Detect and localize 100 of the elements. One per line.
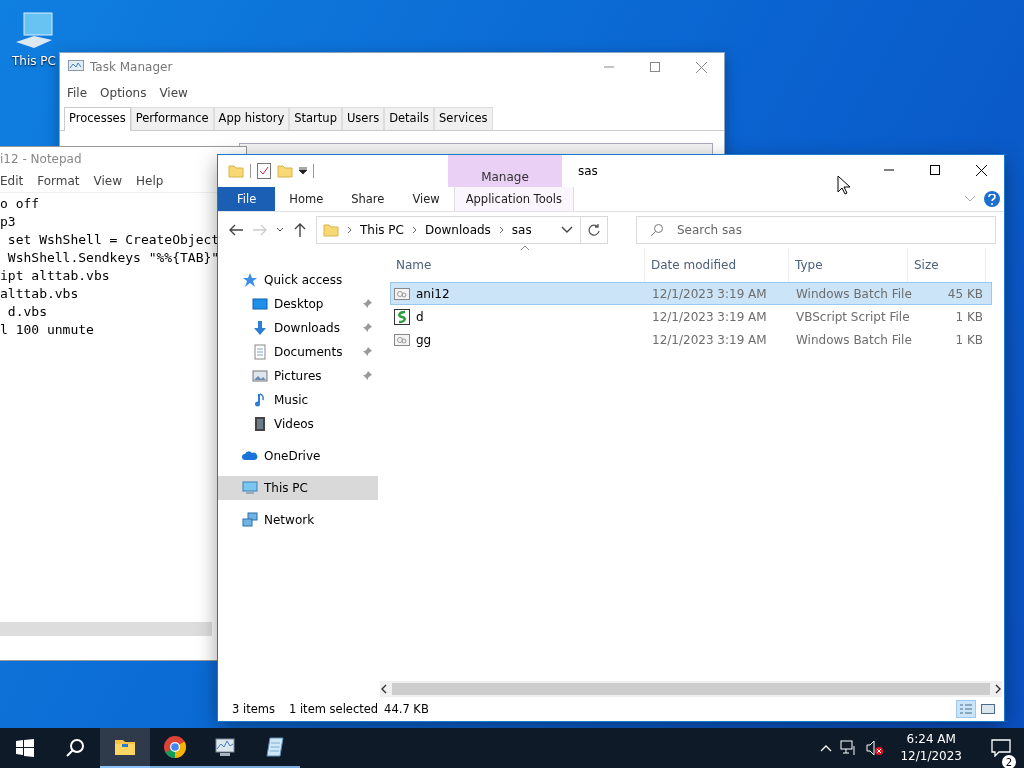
code-line: o off [0, 196, 40, 211]
back-arrow-icon[interactable] [228, 222, 244, 238]
file-row[interactable]: d 12/1/2023 3:19 AM VBScript Script File 1 KB [390, 305, 992, 328]
code-line: set WshShell = CreateObject [6, 232, 220, 247]
nav-item[interactable]: Quick access [218, 268, 378, 292]
close-icon[interactable] [975, 164, 987, 176]
help-icon[interactable] [984, 191, 1000, 207]
nav-item[interactable]: Documents [218, 340, 378, 364]
desktop-icon-label[interactable]: This PC [12, 54, 56, 68]
script-file-icon [394, 308, 410, 325]
search-field[interactable]: Search sas [636, 216, 996, 244]
star-icon [242, 272, 258, 288]
ribbon-tab[interactable]: Share [337, 187, 399, 211]
context-tab-header: Manage [448, 155, 562, 187]
taskbar-button[interactable] [100, 728, 150, 768]
network-icon [242, 512, 258, 528]
chevron-down-icon[interactable] [561, 226, 573, 234]
menu-item[interactable]: File [67, 86, 88, 100]
tab[interactable]: App history [213, 107, 290, 130]
up-arrow-icon[interactable] [292, 222, 308, 238]
table-cell-text: 1 KB [954, 309, 984, 324]
refresh-icon[interactable] [587, 223, 601, 237]
document-icon [252, 344, 268, 360]
nav-item[interactable]: Network [218, 508, 378, 532]
nav-item[interactable]: Downloads [218, 316, 378, 340]
search-icon[interactable] [65, 738, 85, 758]
chevron-right-icon [411, 226, 417, 234]
nav-item[interactable]: Videos [218, 412, 378, 436]
file-name: gg [416, 332, 432, 347]
folder-icon [228, 163, 244, 179]
ribbon-tab[interactable]: Application Tools [453, 187, 574, 211]
menu-item[interactable]: Options [100, 86, 147, 100]
computer-icon [242, 480, 258, 496]
table-cell-text: 12/1/2023 3:19 AM [651, 332, 768, 347]
tab[interactable]: Details [384, 107, 435, 130]
file-row[interactable]: ani12 12/1/2023 3:19 AM Windows Batch File 45 KB [390, 282, 992, 305]
monitor-chart-icon [68, 60, 84, 74]
ribbon-tab[interactable]: View [398, 187, 454, 211]
code-line: alttab.vbs [0, 286, 79, 301]
code-line: WshShell.Sendkeys "%%{TAB}" [6, 250, 220, 265]
gears-file-icon [394, 331, 410, 348]
window-title: sas [577, 163, 598, 180]
tab[interactable]: Startup [289, 107, 342, 130]
menu-item[interactable]: View [159, 86, 188, 100]
menu-item[interactable]: View [93, 174, 123, 188]
code-line: ipt alttab.vbs [0, 268, 110, 283]
ribbon-tab[interactable]: File [218, 187, 276, 211]
file-name: ani12 [416, 286, 450, 301]
mouse-pointer-icon [837, 175, 851, 195]
monitor-chart-icon[interactable] [213, 735, 237, 759]
maximize-icon[interactable] [930, 165, 940, 175]
notification-badge: 2 [1002, 755, 1016, 768]
gears-file-icon [394, 285, 410, 302]
tab[interactable]: Users [341, 107, 385, 130]
clock-time[interactable]: 6:24 AM [906, 731, 956, 748]
download-arrow-icon [252, 320, 268, 336]
tab[interactable]: Performance [130, 107, 214, 130]
ribbon-tab[interactable]: Home [275, 187, 338, 211]
browser-icon[interactable] [163, 735, 187, 759]
file-row[interactable]: gg 12/1/2023 3:19 AM Windows Batch File 1 KB [390, 328, 992, 351]
windows-logo-icon[interactable] [16, 739, 34, 757]
checkmark-document-icon[interactable] [257, 163, 271, 179]
code-line: d.vbs [6, 304, 47, 319]
nav-item[interactable]: Pictures [218, 364, 378, 388]
horizontal-scrollbar[interactable] [380, 681, 1002, 697]
scrollbar[interactable] [0, 622, 212, 636]
dropdown-icon[interactable] [299, 167, 307, 175]
scroll-right-icon[interactable] [994, 684, 1002, 694]
menu-item[interactable]: Edit [0, 174, 24, 188]
nav-item[interactable]: This PC [218, 476, 378, 500]
code-line: p3 [0, 214, 16, 229]
sort-caret-icon [520, 244, 530, 252]
nav-item[interactable]: Music [218, 388, 378, 412]
notification-icon[interactable] [991, 739, 1011, 757]
chevron-right-icon [347, 226, 352, 234]
muted-speaker-icon[interactable] [866, 740, 885, 756]
window-title: i12 - Notepad [0, 151, 82, 166]
column-header[interactable]: Date modified [651, 258, 737, 272]
address-bar[interactable]: This PC Downloads sas [316, 216, 608, 244]
breadcrumb-item[interactable]: Downloads [424, 223, 491, 237]
chevron-up-icon[interactable] [820, 744, 833, 752]
column-header[interactable]: Name [396, 258, 432, 272]
tab[interactable]: Services [434, 107, 493, 130]
notepad-icon[interactable] [263, 735, 287, 759]
scroll-left-icon[interactable] [380, 684, 388, 694]
nav-item[interactable]: OneDrive [218, 444, 378, 468]
status-text: 44.7 KB [384, 702, 429, 716]
clock-date[interactable]: 12/1/2023 [900, 748, 962, 765]
tab[interactable]: Processes [64, 107, 131, 131]
column-header[interactable]: Size [914, 258, 939, 272]
chevron-right-icon [498, 226, 504, 234]
breadcrumb-item[interactable]: This PC [360, 223, 404, 237]
menu-item[interactable]: Help [136, 174, 164, 188]
column-header[interactable]: Type [795, 258, 823, 272]
menu-item[interactable]: Format [37, 174, 80, 188]
code-line: l 100 unmute [0, 322, 94, 337]
chevron-down-icon[interactable] [276, 227, 284, 233]
nav-item[interactable]: Desktop [218, 292, 378, 316]
breadcrumb-item[interactable]: sas [511, 223, 532, 237]
desktop-icon [252, 296, 268, 312]
